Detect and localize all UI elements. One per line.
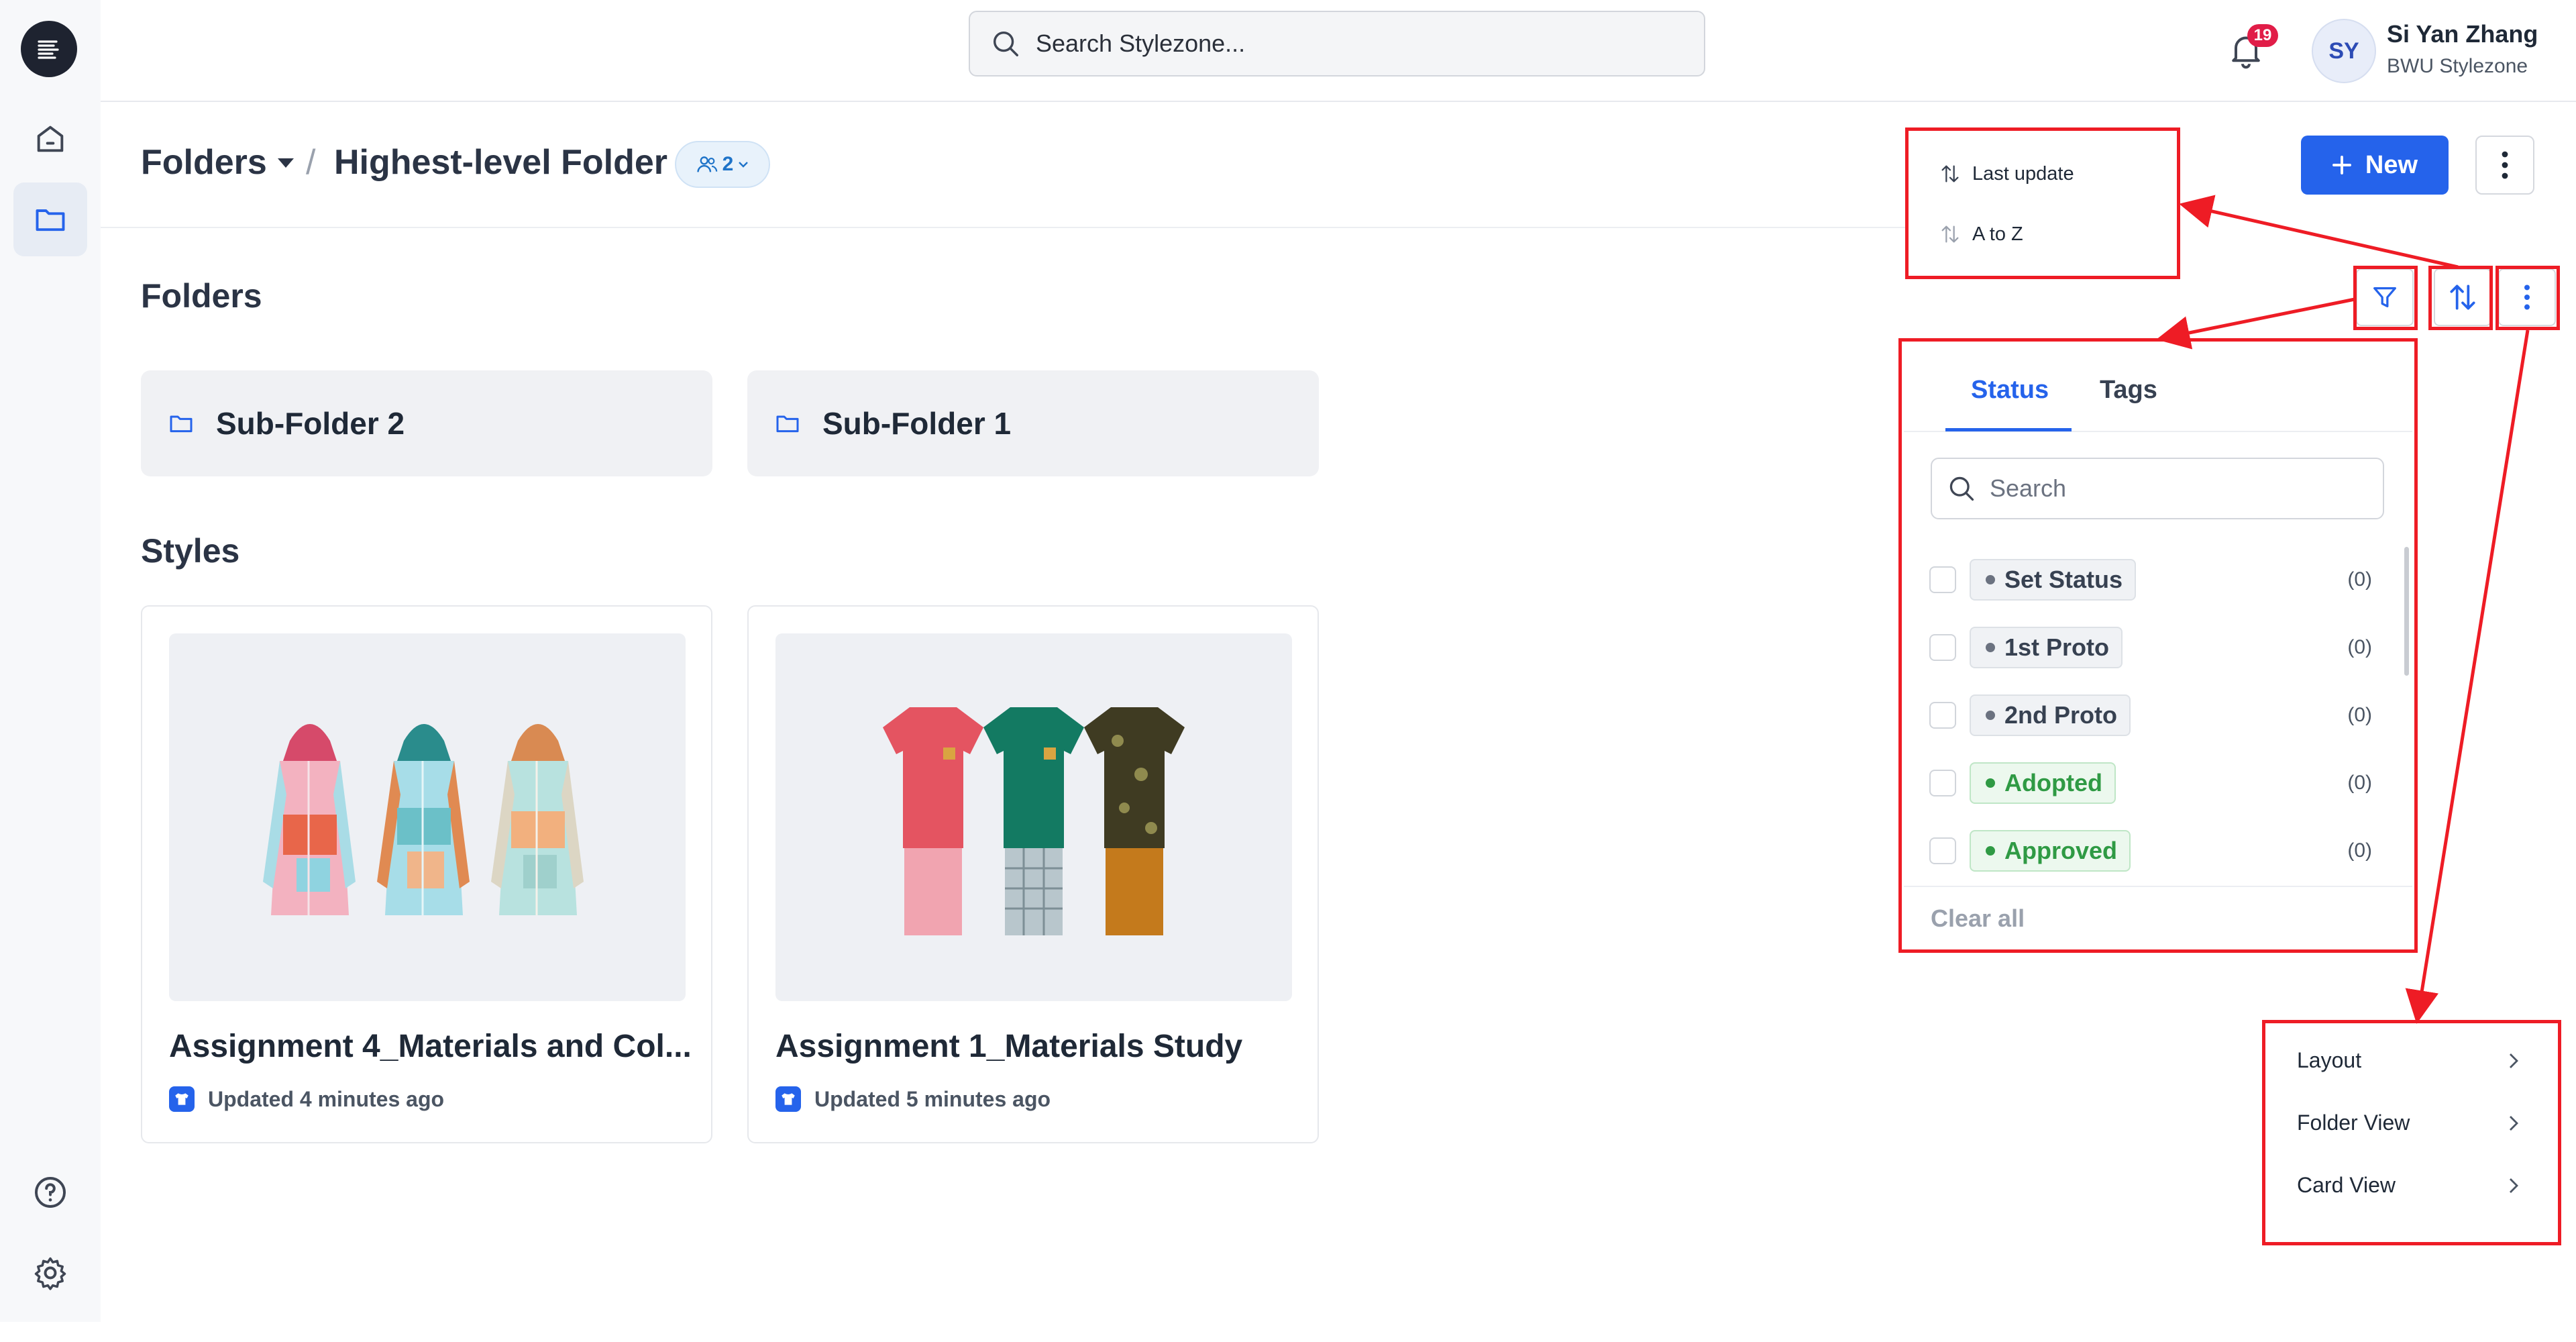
- annotation-arrows: [2156, 195, 2530, 1024]
- arrow-to-more-menu: [2405, 329, 2530, 1024]
- arrow-to-sort-menu: [2179, 195, 2459, 269]
- arrow-to-filter-panel: [2156, 297, 2355, 350]
